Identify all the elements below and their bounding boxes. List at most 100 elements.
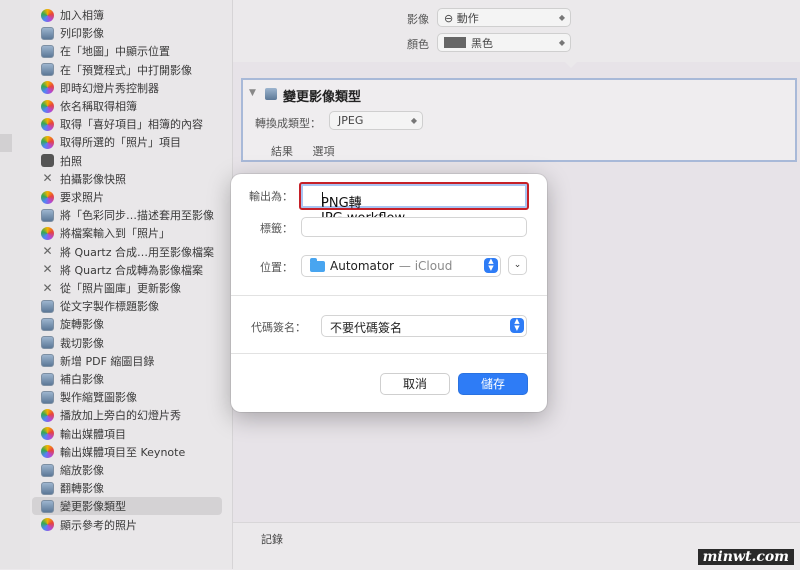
- action-item-label: 要求照片: [60, 191, 104, 204]
- photos-icon: [41, 135, 54, 149]
- photos-icon: [41, 427, 54, 441]
- action-item[interactable]: 旋轉影像: [30, 315, 222, 333]
- action-item-label: 新增 PDF 縮圖目錄: [60, 354, 155, 368]
- action-item[interactable]: 播放加上旁白的幻燈片秀: [30, 406, 222, 424]
- photos-icon: [41, 445, 54, 459]
- convert-type-value: JPEG: [338, 114, 364, 127]
- action-item[interactable]: 從文字製作標題影像: [30, 297, 222, 315]
- action-item-label: 從「照片圖庫」更新影像: [60, 282, 181, 295]
- action-item-label: 輸出媒體項目至 Keynote: [60, 445, 186, 459]
- preview-icon: [41, 354, 54, 368]
- action-item[interactable]: 輸出媒體項目至 Keynote: [30, 443, 222, 461]
- color-swatch: [444, 37, 466, 48]
- convert-type-popup[interactable]: JPEG ◆: [329, 111, 423, 130]
- action-item[interactable]: ✕ 將 Quartz 合成…用至影像檔案: [30, 243, 222, 261]
- action-item[interactable]: 取得所選的「照片」項目: [30, 133, 222, 151]
- preview-icon: [41, 390, 54, 404]
- photos-icon: [41, 81, 54, 95]
- preview-icon: [41, 63, 54, 77]
- photos-icon: [41, 518, 54, 532]
- folder-icon: [310, 257, 325, 272]
- action-item[interactable]: 輸出媒體項目: [30, 425, 222, 443]
- color-popup[interactable]: 黑色 ◆: [437, 33, 571, 52]
- action-item-label: 顯示參考的照片: [60, 518, 137, 532]
- expand-chevron-icon[interactable]: ⌄: [508, 255, 527, 275]
- action-item[interactable]: ✕ 將 Quartz 合成轉為影像檔案: [30, 261, 222, 279]
- location-sub: — iCloud: [398, 259, 453, 273]
- action-item[interactable]: 依名稱取得相簿: [30, 97, 222, 115]
- action-item[interactable]: 顯示參考的照片: [30, 516, 222, 534]
- action-item-label: 將檔案輸入到「照片」: [60, 227, 170, 241]
- save-button[interactable]: 儲存: [458, 373, 528, 395]
- action-item[interactable]: ✕ 拍攝影像快照: [30, 170, 222, 188]
- chevron-updown-icon: ▲ ▼: [510, 318, 524, 333]
- action-item[interactable]: 製作縮覽圖影像: [30, 388, 222, 406]
- disclosure-triangle-icon[interactable]: ▼: [249, 88, 256, 98]
- convert-label: 轉換成類型：: [255, 117, 321, 130]
- cancel-button[interactable]: 取消: [380, 373, 450, 395]
- action-item-label: 拍照: [60, 154, 82, 168]
- action-item-label: 播放加上旁白的幻燈片秀: [60, 409, 181, 423]
- chevron-updown-icon: ◆: [410, 116, 417, 125]
- action-item[interactable]: 補白影像: [30, 370, 222, 388]
- action-item-label: 在「地圖」中顯示位置: [60, 45, 170, 59]
- action-item[interactable]: 要求照片: [30, 188, 222, 206]
- change-image-type-action[interactable]: ▼ 變更影像類型 轉換成類型： JPEG ◆ 結果 選項: [241, 78, 797, 162]
- action-item[interactable]: 取得「喜好項目」相簿的內容: [30, 115, 222, 133]
- tab-options[interactable]: 選項: [313, 145, 335, 158]
- image-popup-value: ⊖ 動作: [444, 11, 479, 25]
- chevron-updown-icon: ◆: [558, 38, 565, 47]
- action-item[interactable]: 變更影像類型: [32, 497, 222, 516]
- action-connector: [563, 60, 579, 68]
- image-popup[interactable]: ⊖ 動作 ◆: [437, 8, 571, 27]
- photos-icon: [41, 117, 54, 131]
- save-dialog: 輸出為： PNG轉 JPG.workflow 標籤： 位置： Automator…: [231, 174, 547, 412]
- action-item-label: 從文字製作標題影像: [60, 300, 159, 314]
- action-item-label: 列印影像: [60, 27, 104, 41]
- code-sign-popup[interactable]: 不要代碼簽名 ▲ ▼: [321, 315, 527, 337]
- tags-field[interactable]: [301, 217, 527, 237]
- watermark: minwt.com: [697, 549, 794, 565]
- action-item-label: 製作縮覽圖影像: [60, 391, 137, 405]
- action-item-label: 依名稱取得相簿: [60, 100, 137, 113]
- action-item[interactable]: 縮放影像: [30, 461, 222, 479]
- divider: [231, 353, 547, 354]
- action-item-label: 縮放影像: [60, 464, 104, 477]
- color-prop-label: 顏色: [407, 38, 429, 51]
- action-item[interactable]: 拍照: [30, 152, 222, 170]
- tags-label: 標籤：: [260, 222, 293, 235]
- preview-icon: [41, 463, 54, 477]
- library-pane: [0, 0, 31, 569]
- action-item-label: 拍攝影像快照: [60, 172, 126, 186]
- actions-list: 加入相簿列印影像在「地圖」中顯示位置在「預覽程式」中打開影像 即時幻燈片秀控制器依…: [30, 0, 233, 569]
- action-item[interactable]: 將檔案輸入到「照片」: [30, 224, 222, 242]
- location-label: 位置：: [260, 261, 293, 274]
- action-item[interactable]: 翻轉影像: [30, 479, 222, 497]
- action-item[interactable]: ✕ 從「照片圖庫」更新影像: [30, 279, 222, 297]
- preview-icon: [41, 481, 54, 495]
- preview-icon: [41, 372, 54, 386]
- photos-icon: [41, 226, 54, 240]
- preview-icon: [265, 88, 277, 100]
- action-item[interactable]: 在「預覽程式」中打開影像: [30, 61, 222, 79]
- location-popup[interactable]: Automator — iCloud ▲ ▼: [301, 255, 501, 277]
- action-item[interactable]: 新增 PDF 縮圖目錄: [30, 352, 222, 370]
- action-item-label: 將「色彩同步…描述套用至影像: [60, 209, 214, 223]
- action-item[interactable]: 加入相簿: [30, 6, 222, 24]
- action-item[interactable]: 將「色彩同步…描述套用至影像: [30, 206, 222, 224]
- preview-icon: [41, 44, 54, 58]
- log-label[interactable]: 記錄: [261, 531, 283, 547]
- action-item-label: 翻轉影像: [60, 482, 104, 496]
- tool-icon: ✕: [42, 280, 53, 295]
- tab-results[interactable]: 結果: [271, 145, 293, 158]
- action-item[interactable]: 在「地圖」中顯示位置: [30, 42, 222, 60]
- action-item-label: 將 Quartz 合成轉為影像檔案: [60, 263, 203, 277]
- action-item[interactable]: 裁切影像: [30, 334, 222, 352]
- action-item-label: 補白影像: [60, 373, 104, 386]
- preview-icon: [41, 317, 54, 331]
- filename-field[interactable]: PNG轉 JPG.workflow: [299, 182, 529, 226]
- action-item[interactable]: 即時幻燈片秀控制器: [30, 79, 222, 97]
- action-item[interactable]: 列印影像: [30, 24, 222, 42]
- library-selection[interactable]: [0, 134, 12, 152]
- text-cursor: [322, 192, 323, 206]
